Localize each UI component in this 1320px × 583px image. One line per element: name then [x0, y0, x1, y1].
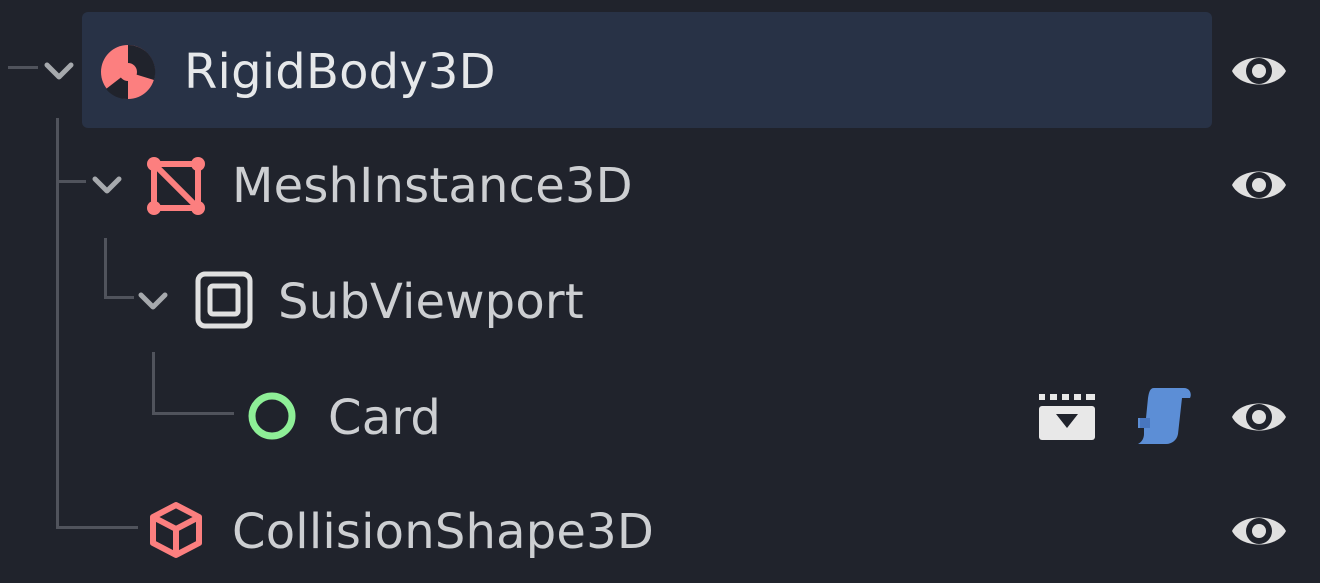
- rigidbody-icon: [101, 44, 156, 100]
- node-label: Card: [328, 390, 442, 446]
- tree-row-meshinstance3d[interactable]: MeshInstance3D: [0, 126, 1320, 238]
- node-label: RigidBody3D: [184, 44, 496, 100]
- visibility-eye-icon[interactable]: [1228, 386, 1290, 448]
- node-label: CollisionShape3D: [232, 504, 655, 560]
- visibility-eye-icon[interactable]: [1228, 500, 1290, 562]
- tree-row-rigidbody3d[interactable]: RigidBody3D: [0, 0, 1320, 128]
- node2d-circle-icon: [248, 392, 296, 440]
- node-label: SubViewport: [278, 274, 584, 330]
- open-scene-icon[interactable]: [1036, 386, 1098, 448]
- visibility-eye-icon[interactable]: [1228, 40, 1290, 102]
- chevron-down-icon[interactable]: [42, 54, 76, 88]
- scene-tree-panel: RigidBody3D MeshInstance3D SubViewport C…: [0, 0, 1320, 583]
- chevron-down-icon[interactable]: [136, 284, 170, 318]
- tree-row-subviewport[interactable]: SubViewport: [0, 242, 1320, 354]
- visibility-eye-icon[interactable]: [1228, 154, 1290, 216]
- node-label: MeshInstance3D: [232, 158, 633, 214]
- subviewport-icon: [195, 271, 253, 329]
- chevron-down-icon[interactable]: [90, 168, 124, 202]
- script-icon[interactable]: [1132, 384, 1194, 446]
- mesh-instance-icon: [147, 157, 205, 215]
- tree-row-collisionshape3d[interactable]: CollisionShape3D: [0, 472, 1320, 583]
- tree-row-card[interactable]: Card: [0, 356, 1320, 468]
- collision-shape-icon: [150, 502, 202, 558]
